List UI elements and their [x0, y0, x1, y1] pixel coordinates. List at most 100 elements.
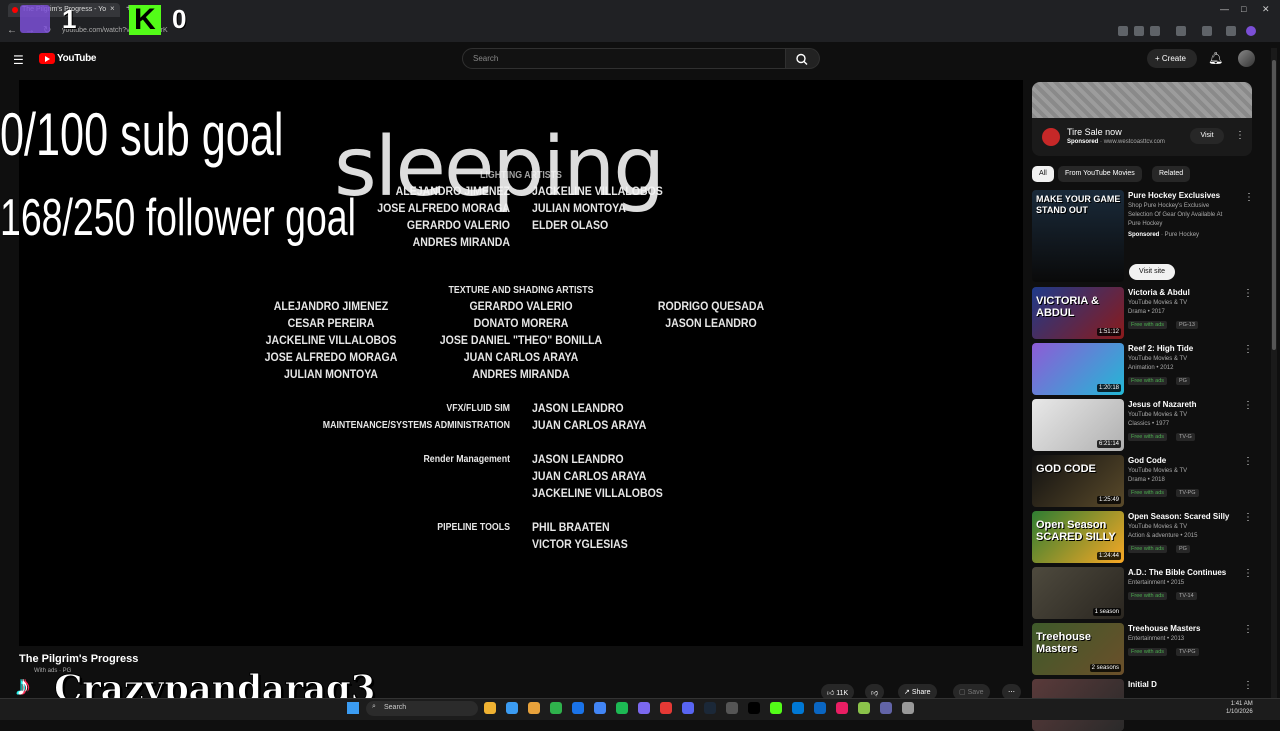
rec-free-badge: Free with ads — [1128, 545, 1168, 553]
taskbar-search[interactable]: ⌕ Search — [366, 701, 478, 716]
windows-start-icon[interactable] — [347, 702, 359, 714]
tiktok-logo-icon: ♪ — [16, 670, 30, 701]
rec-rating-badge: PG — [1176, 377, 1190, 385]
rec-thumbnail[interactable]: Open Season SCARED SILLY 1:24:44 — [1032, 511, 1124, 563]
bookmark-star-icon[interactable] — [1150, 26, 1160, 36]
ad-brand-logo[interactable] — [1042, 128, 1060, 146]
follower-goal-overlay: 168/250 follower goal — [0, 189, 356, 247]
sub-goal-overlay: 0/100 sub goal — [0, 101, 284, 168]
taskbar-steam-icon[interactable] — [704, 702, 716, 714]
rec-more-icon[interactable]: ⋮ — [1243, 568, 1253, 579]
rec-thumbnail[interactable]: 6:21:14 — [1032, 399, 1124, 451]
taskbar-clock[interactable]: 1:41 AM 1/10/2026 — [1226, 700, 1253, 716]
youtube-logo-icon[interactable] — [39, 53, 55, 64]
taskbar-app-icon[interactable] — [814, 702, 826, 714]
maximize-button[interactable]: □ — [1241, 4, 1246, 14]
rec-more-icon[interactable]: ⋮ — [1243, 344, 1253, 355]
credits-texture-col1: ALEJANDRO JIMENEZ CESAR PEREIRA JACKELIN… — [264, 299, 398, 381]
zoom-icon[interactable] — [1134, 26, 1144, 36]
promo-desc-3: Pure Hockey — [1128, 221, 1163, 227]
extensions-icon[interactable] — [1176, 26, 1186, 36]
taskbar-teams-icon[interactable] — [880, 702, 892, 714]
promo-thumbnail-text: MAKE YOUR GAME STAND OUT — [1036, 194, 1121, 215]
rec-thumbnail[interactable]: 1 season — [1032, 567, 1124, 619]
rec-thumbnail[interactable]: VICTORIA & ABDUL 1:51:12 — [1032, 287, 1124, 339]
rec-duration: 6:21:14 — [1096, 440, 1121, 448]
chip-related[interactable]: Related — [1152, 166, 1191, 182]
taskbar-app-icon[interactable] — [836, 702, 848, 714]
promo-thumbnail[interactable]: MAKE YOUR GAME STAND OUT — [1032, 190, 1124, 282]
taskbar-app-icon[interactable] — [638, 702, 650, 714]
menu-icon[interactable]: ☰ — [13, 53, 25, 67]
credits-texture-col2: GERARDO VALERIO DONATO MORERA JOSE DANIE… — [439, 299, 603, 381]
taskbar-app-icon[interactable] — [858, 702, 870, 714]
account-avatar[interactable] — [1238, 50, 1255, 67]
rec-title[interactable]: Initial D — [1128, 680, 1157, 689]
search-input[interactable]: Search — [462, 48, 786, 69]
taskbar-file-explorer-icon[interactable] — [528, 702, 540, 714]
rec-more-icon[interactable]: ⋮ — [1243, 624, 1253, 635]
tab-close-icon[interactable]: × — [110, 4, 115, 13]
create-button[interactable]: + Create — [1147, 49, 1197, 68]
taskbar-app-icon[interactable] — [726, 702, 738, 714]
rec-thumbnail[interactable]: GOD CODE 1:25:49 — [1032, 455, 1124, 507]
taskbar-app-icon[interactable] — [792, 702, 804, 714]
rec-thumbnail[interactable]: Treehouse Masters 2 seasons — [1032, 623, 1124, 675]
rec-title[interactable]: Treehouse Masters — [1128, 624, 1200, 633]
search-button[interactable] — [786, 48, 820, 69]
youtube-logo-text[interactable]: YouTube — [57, 53, 97, 64]
rec-free-badge: Free with ads — [1128, 648, 1168, 656]
ad-visit-button[interactable]: Visit — [1190, 128, 1224, 144]
taskbar-kick-icon[interactable] — [770, 702, 782, 714]
rec-genre: Action & adventure • 2015 — [1128, 533, 1198, 539]
rec-title[interactable]: Jesus of Nazareth — [1128, 400, 1196, 409]
taskbar-tiktok-icon[interactable] — [748, 702, 760, 714]
notifications-bell-icon[interactable]: 🔔︎ — [1208, 51, 1223, 65]
ad-sponsored-label: Sponsored — [1067, 139, 1099, 145]
window-close-button[interactable]: ✕ — [1262, 4, 1270, 15]
rec-title[interactable]: Victoria & Abdul — [1128, 288, 1190, 297]
rec-more-icon[interactable]: ⋮ — [1243, 456, 1253, 467]
rec-more-icon[interactable]: ⋮ — [1243, 288, 1253, 299]
back-button[interactable]: ← — [7, 25, 17, 36]
rec-more-icon[interactable]: ⋮ — [1243, 400, 1253, 411]
promo-visit-site-button[interactable]: Visit site — [1129, 264, 1175, 280]
search-icon — [796, 53, 808, 65]
rec-title[interactable]: God Code — [1128, 456, 1166, 465]
promo-title[interactable]: Pure Hockey Exclusives — [1128, 191, 1220, 200]
credits-render-label: Render Management — [423, 454, 510, 465]
taskbar-task-view-icon[interactable] — [506, 702, 518, 714]
rec-duration: 1:20:18 — [1096, 384, 1121, 392]
minimize-button[interactable]: — — [1220, 4, 1229, 14]
ad-more-icon[interactable]: ⋮ — [1235, 130, 1245, 141]
cast-icon[interactable] — [1118, 26, 1128, 36]
taskbar-discord-icon[interactable] — [682, 702, 694, 714]
ad-sponsor-line: Sponsored · www.westcoasttcv.com — [1067, 139, 1165, 145]
rec-title[interactable]: Reef 2: High Tide — [1128, 344, 1193, 353]
taskbar-widgets-icon[interactable] — [484, 702, 496, 714]
chip-from-youtube-movies[interactable]: From YouTube Movies — [1058, 166, 1142, 182]
rec-duration: 2 seasons — [1089, 664, 1121, 672]
taskbar-app-icon[interactable] — [660, 702, 672, 714]
rec-title[interactable]: A.D.: The Bible Continues — [1128, 568, 1226, 577]
page-scrollbar-thumb[interactable] — [1272, 60, 1276, 350]
profile-icon[interactable] — [1246, 26, 1256, 36]
chip-all[interactable]: All — [1032, 166, 1054, 182]
taskbar-chrome-icon[interactable] — [594, 702, 606, 714]
download-icon[interactable] — [1226, 26, 1236, 36]
sidebar-icon[interactable] — [1202, 26, 1212, 36]
taskbar-settings-icon[interactable] — [902, 702, 914, 714]
rec-thumbnail[interactable]: 1:20:18 — [1032, 343, 1124, 395]
rec-more-icon[interactable]: ⋮ — [1243, 680, 1253, 691]
taskbar-store-icon[interactable] — [550, 702, 562, 714]
rec-title[interactable]: Open Season: Scared Silly — [1128, 512, 1229, 521]
rec-thumbnail-text: Open Season SCARED SILLY — [1036, 519, 1116, 543]
promo-more-icon[interactable]: ⋮ — [1244, 192, 1254, 203]
rec-rating-badge: TV-PG — [1176, 648, 1199, 656]
taskbar-edge-icon[interactable] — [572, 702, 584, 714]
rec-more-icon[interactable]: ⋮ — [1243, 512, 1253, 523]
ad-title[interactable]: Tire Sale now — [1067, 127, 1122, 137]
rec-free-badge: Free with ads — [1128, 592, 1168, 600]
ad-banner-image[interactable] — [1032, 82, 1252, 118]
taskbar-spotify-icon[interactable] — [616, 702, 628, 714]
